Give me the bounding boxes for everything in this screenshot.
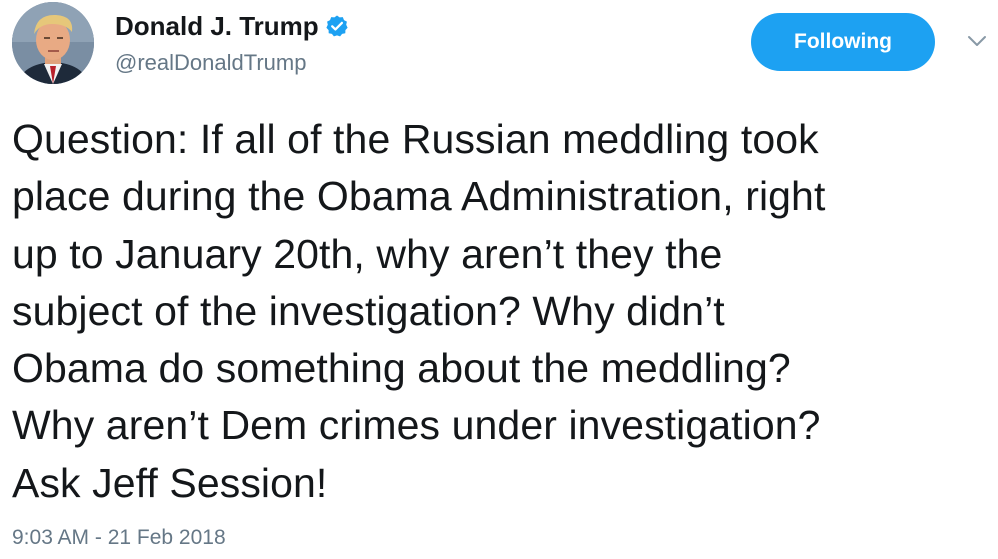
following-button[interactable]: Following bbox=[751, 13, 935, 71]
tweet-text: Question: If all of the Russian meddling… bbox=[12, 116, 826, 506]
display-name[interactable]: Donald J. Trump bbox=[115, 11, 319, 42]
tweet-card: Donald J. Trump @realDonaldTrump Followi… bbox=[0, 0, 998, 559]
author-handle[interactable]: @realDonaldTrump bbox=[115, 50, 306, 76]
chevron-down-icon[interactable] bbox=[966, 33, 988, 49]
avatar[interactable] bbox=[12, 2, 94, 84]
avatar-image bbox=[12, 2, 94, 84]
tweet-timestamp[interactable]: 9:03 AM - 21 Feb 2018 bbox=[12, 526, 226, 550]
verified-badge-icon bbox=[325, 14, 349, 38]
author-name-row: Donald J. Trump bbox=[115, 9, 349, 43]
